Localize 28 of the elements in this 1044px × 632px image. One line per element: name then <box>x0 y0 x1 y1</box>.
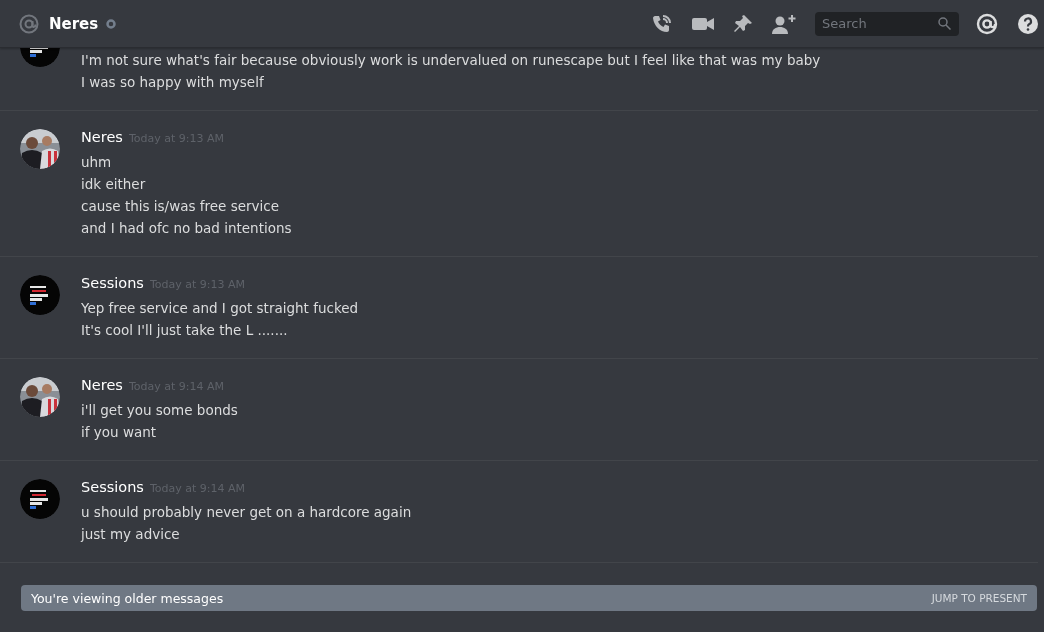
mention-icon[interactable] <box>976 12 998 35</box>
message-text: just my advice <box>81 525 181 544</box>
help-icon[interactable] <box>1017 12 1039 35</box>
add-friend-icon[interactable] <box>772 13 796 34</box>
search-field[interactable]: Search <box>815 11 959 36</box>
channel-name: Neres <box>49 14 99 33</box>
search-icon <box>938 16 951 30</box>
message-text: uhm <box>81 153 113 172</box>
message-text: Yep free service and I got straight fucked <box>81 299 359 318</box>
video-camera-icon[interactable] <box>692 15 714 32</box>
message-text: I'm not sure what's fair because obviously work is undervalued on runescape but I feel like that was my baby <box>81 51 821 70</box>
message-text: idk either <box>81 175 147 194</box>
at-icon <box>19 13 39 34</box>
message-text: if you want <box>81 423 158 442</box>
pin-icon[interactable] <box>733 13 753 34</box>
message-text: and I had ofc no bad intentions <box>81 219 292 238</box>
phone-icon[interactable] <box>651 12 673 35</box>
banner-text: You're viewing older messages <box>31 590 224 606</box>
message-text: u should probably never get on a hardcore again <box>81 503 412 522</box>
message-text: cause this is/was free service <box>81 197 281 216</box>
message-text: I was so happy with myself <box>81 73 265 92</box>
message-text: It's cool I'll just take the L ....... <box>81 321 289 340</box>
username[interactable]: Neres <box>81 377 123 393</box>
username[interactable]: Sessions <box>81 479 144 495</box>
username[interactable]: Neres <box>81 129 123 145</box>
status-icon <box>106 18 117 29</box>
username[interactable]: Sessions <box>81 275 144 291</box>
message-text: i'll get you some bonds <box>81 401 238 420</box>
